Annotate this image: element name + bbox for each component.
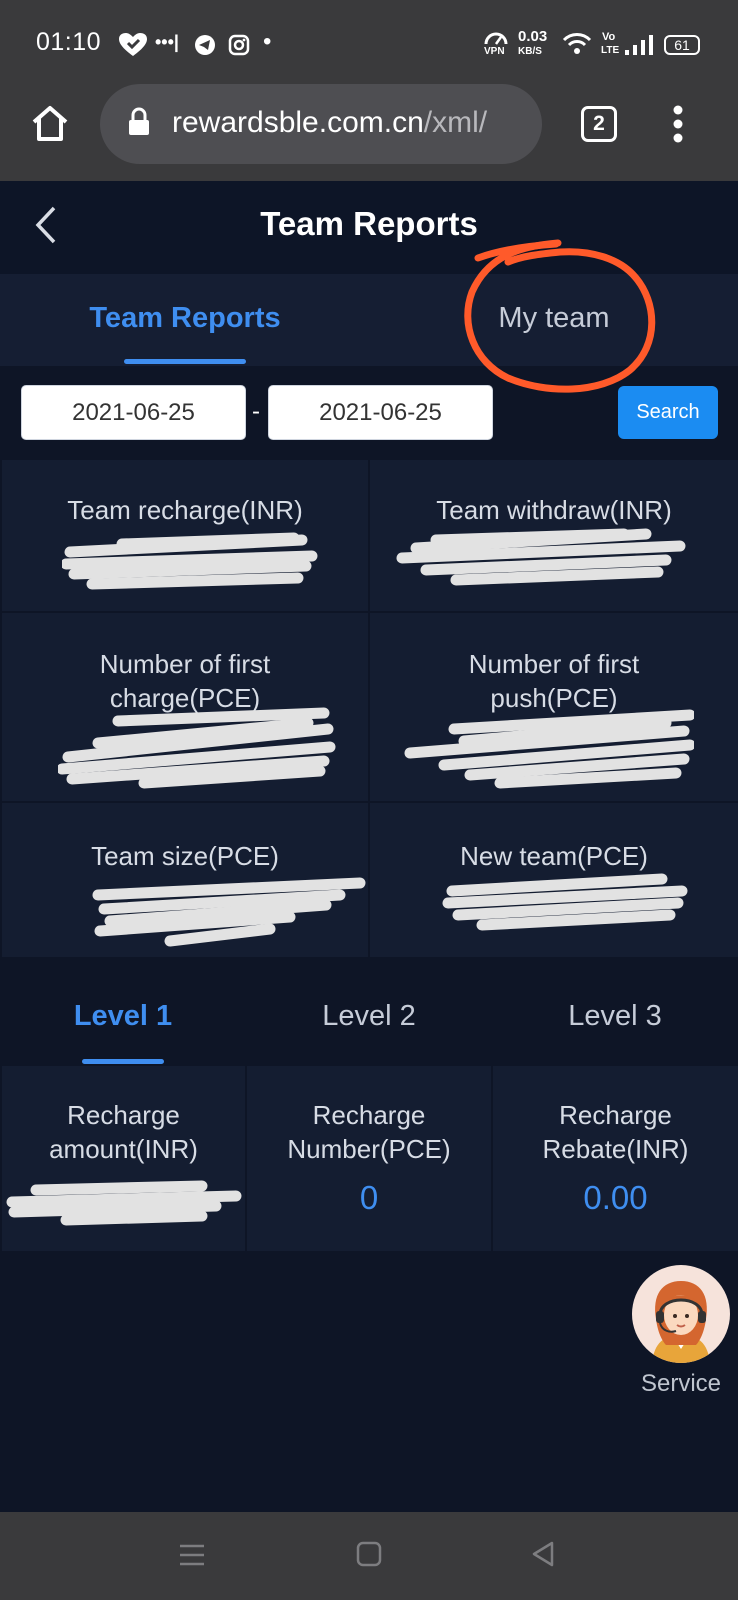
date-separator: - — [252, 398, 260, 425]
stat-team-recharge: Team recharge(INR) — [2, 460, 368, 611]
redacted-value — [58, 707, 336, 789]
heart-notification-icon — [119, 33, 147, 56]
metric-label-line2: amount(INR) — [49, 1134, 198, 1164]
search-button[interactable]: Search — [618, 386, 718, 439]
back-nav-icon[interactable] — [530, 1540, 556, 1568]
stat-label-line1: Number of first — [99, 649, 271, 679]
stat-team-withdraw: Team withdraw(INR) — [370, 460, 738, 611]
signal-icon — [625, 35, 653, 55]
metric-label-line1: Recharge — [559, 1100, 672, 1130]
net-speed-unit: KB/S — [518, 46, 542, 57]
lock-icon — [129, 107, 149, 135]
active-level-indicator — [82, 1059, 164, 1064]
status-time: 01:10 — [36, 28, 102, 56]
system-navigation-bar — [0, 1512, 738, 1600]
stat-label-line1: Number of first — [468, 649, 640, 679]
redacted-value — [6, 1180, 242, 1226]
tab-level-1[interactable]: Level 1 — [0, 1000, 246, 1033]
metric-value: 0 — [359, 1179, 379, 1216]
stat-label: New team(PCE) — [460, 841, 648, 871]
browser-chrome: 01:10 •••| • VPN 0.03 KB/S Vo LTE 61 rew… — [0, 0, 738, 181]
more-notifications-icon: •••| — [155, 32, 179, 52]
instagram-icon — [228, 34, 250, 56]
tab-switcher-button[interactable]: 2 — [581, 106, 617, 142]
tabs-count: 2 — [593, 112, 605, 135]
redacted-value — [442, 873, 688, 931]
stat-team-size: Team size(PCE) — [2, 803, 368, 957]
battery-level: 61 — [674, 37, 690, 53]
recent-apps-icon[interactable] — [178, 1542, 206, 1568]
battery-icon: 61 — [664, 35, 700, 55]
metric-label-line2: Rebate(INR) — [542, 1134, 689, 1164]
annotation-circle — [464, 239, 656, 393]
volte-bottom: LTE — [601, 45, 620, 56]
metric-label-line2: Number(PCE) — [287, 1134, 451, 1164]
vpn-label: VPN — [484, 46, 505, 57]
metric-recharge-amount: Recharge amount(INR) — [2, 1066, 245, 1251]
home-nav-icon[interactable] — [356, 1541, 382, 1567]
url-text: rewardsble.com.cn/xml/ — [172, 106, 532, 140]
metric-label-line1: Recharge — [312, 1100, 426, 1130]
stat-new-team: New team(PCE) — [370, 803, 738, 957]
metric-recharge-number: Recharge Number(PCE) 0 — [247, 1066, 491, 1251]
stat-label: Team recharge(INR) — [67, 495, 303, 525]
redacted-value — [404, 709, 694, 789]
tab-team-reports[interactable]: Team Reports — [35, 302, 335, 335]
metric-label-line1: Recharge — [67, 1100, 180, 1130]
url-path: /xml/ — [423, 106, 488, 139]
notification-dot-icon: • — [263, 28, 272, 55]
redacted-value — [396, 528, 686, 586]
redacted-value — [62, 532, 318, 590]
start-date-input[interactable]: 2021-06-25 — [21, 385, 246, 440]
tab-level-3[interactable]: Level 3 — [492, 1000, 738, 1033]
vpn-speed-icon — [484, 32, 508, 45]
stat-first-push: Number of first push(PCE) — [370, 613, 738, 801]
volte-top: Vo — [602, 31, 616, 43]
redacted-value — [92, 877, 366, 947]
metric-value: 0.00 — [583, 1179, 648, 1216]
end-date-input[interactable]: 2021-06-25 — [268, 385, 493, 440]
url-host: rewardsble.com.cn — [172, 106, 424, 139]
active-tab-indicator — [124, 359, 246, 364]
stat-label: Team withdraw(INR) — [436, 495, 672, 525]
wifi-icon — [562, 33, 592, 54]
tab-level-2[interactable]: Level 2 — [246, 1000, 492, 1033]
service-label: Service — [640, 1370, 722, 1397]
service-agent-icon — [652, 1281, 710, 1363]
net-speed-value: 0.03 — [518, 28, 548, 45]
customer-service-button[interactable] — [632, 1265, 730, 1363]
stat-first-charge: Number of first charge(PCE) — [2, 613, 368, 801]
stat-label: Team size(PCE) — [91, 841, 279, 871]
home-icon[interactable] — [30, 104, 70, 142]
url-bar[interactable]: rewardsble.com.cn/xml/ — [100, 84, 542, 164]
metric-recharge-rebate: Recharge Rebate(INR) 0.00 — [493, 1066, 738, 1251]
telegram-icon — [195, 35, 215, 55]
overflow-menu-icon[interactable] — [672, 104, 684, 144]
